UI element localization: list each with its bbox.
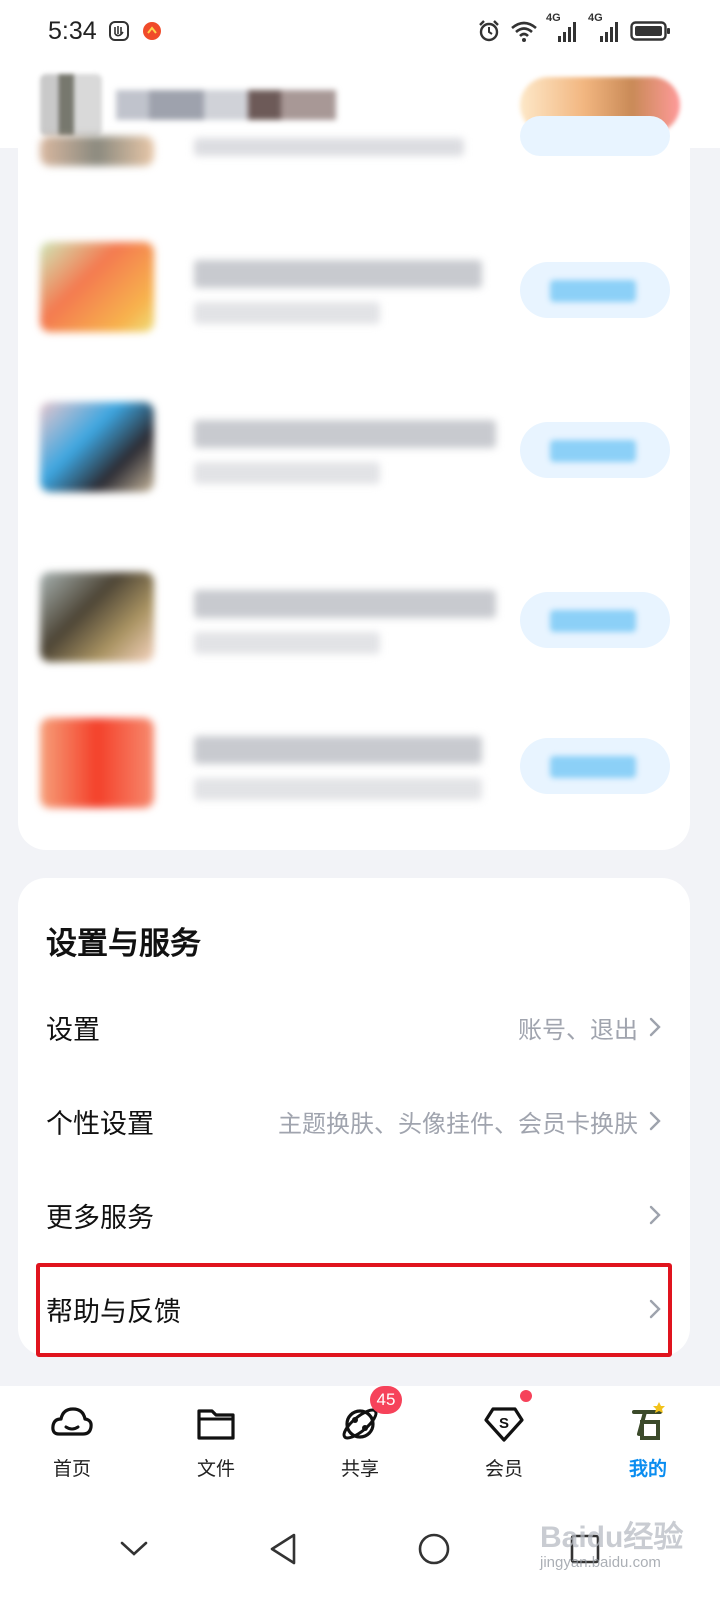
thumbnail-image — [40, 136, 154, 166]
list-item — [40, 116, 670, 176]
thumbnail-image — [40, 718, 154, 808]
thumbnail-image — [40, 572, 154, 662]
bottom-tab-bar: 首页 文件 45 共享 S 会员 我的 — [0, 1386, 720, 1498]
thumbnail-image — [40, 242, 154, 332]
chevron-right-icon — [649, 1017, 661, 1037]
watermark: Baidu经验 jingyan.baidu.com — [540, 1490, 710, 1590]
notification-red-app-icon — [142, 22, 161, 40]
home-circle-icon[interactable] — [416, 1531, 452, 1567]
tab-label: 首页 — [52, 1458, 91, 1480]
chevron-right-icon — [649, 1205, 661, 1225]
tab-label: 我的 — [628, 1458, 667, 1480]
profile-avatar-icon — [632, 1402, 665, 1440]
menu-item-more-services[interactable]: 更多服务 — [18, 1168, 690, 1262]
tab-me[interactable]: 我的 — [576, 1386, 720, 1498]
menu-item-label: 更多服务 — [46, 1202, 154, 1234]
back-triangle-icon[interactable] — [266, 1531, 300, 1567]
menu-item-settings[interactable]: 设置 账号、退出 — [18, 980, 690, 1074]
signal-1: 4G — [546, 12, 580, 44]
cloud-home-icon — [51, 1407, 93, 1436]
menu-item-subtitle: 主题换肤、头像挂件、会员卡换肤 — [278, 1109, 638, 1138]
menu-item-label: 设置 — [46, 1014, 100, 1046]
list-item — [40, 402, 670, 502]
recommendation-action-button[interactable] — [520, 116, 670, 156]
settings-services-card: 设置与服务 设置 账号、退出 个性设置 主题换肤、头像挂件、会员卡换肤 更多服务… — [18, 878, 690, 1356]
menu-item-label: 帮助与反馈 — [46, 1296, 181, 1328]
signal-2: 4G — [588, 12, 622, 44]
avatar[interactable] — [40, 74, 102, 136]
menu-item-label: 个性设置 — [46, 1108, 154, 1140]
recommendations-card — [18, 116, 690, 850]
menu-item-subtitle: 账号、退出 — [518, 1015, 638, 1044]
chevron-right-icon — [649, 1299, 661, 1319]
svg-text:S: S — [499, 1415, 509, 1432]
list-item — [40, 718, 670, 818]
watermark-main: Baidu经验 — [540, 1521, 684, 1554]
signal-bars-icon — [600, 22, 618, 42]
tab-label: 共享 — [340, 1458, 379, 1480]
alarm-icon — [479, 20, 499, 42]
recommendation-action-button[interactable] — [520, 738, 670, 794]
watermark-sub: jingyan.baidu.com — [540, 1554, 661, 1571]
chevron-right-icon — [649, 1111, 661, 1131]
tab-share[interactable]: 45 共享 — [288, 1386, 432, 1498]
vip-s-icon: S — [484, 1407, 524, 1442]
list-item — [40, 572, 670, 672]
signal-bars-icon — [558, 22, 576, 42]
wifi-icon — [511, 21, 537, 42]
username-blurred — [116, 90, 336, 120]
list-item — [40, 242, 670, 342]
recommendation-action-button[interactable] — [520, 422, 670, 478]
tab-vip[interactable]: S 会员 — [432, 1386, 576, 1498]
tab-label: 文件 — [196, 1458, 235, 1480]
notification-app-icon — [108, 21, 129, 41]
tab-label: 会员 — [484, 1458, 523, 1480]
tab-files[interactable]: 文件 — [144, 1386, 288, 1498]
thumbnail-image — [40, 402, 154, 492]
tab-home[interactable]: 首页 — [0, 1386, 144, 1498]
notification-dot — [520, 1390, 532, 1402]
notification-badge: 45 — [370, 1386, 402, 1414]
status-time: 5:34 — [48, 16, 97, 45]
recommendation-action-button[interactable] — [520, 262, 670, 318]
menu-item-help-feedback[interactable]: 帮助与反馈 — [18, 1262, 690, 1356]
status-bar: 5:34 4G 4G — [0, 0, 720, 62]
folder-icon — [197, 1409, 235, 1440]
recommendation-action-button[interactable] — [520, 592, 670, 648]
section-title: 设置与服务 — [46, 926, 201, 962]
chevron-down-icon[interactable] — [118, 1539, 150, 1559]
battery-icon — [630, 21, 670, 41]
menu-item-personalization[interactable]: 个性设置 主题换肤、头像挂件、会员卡换肤 — [18, 1074, 690, 1168]
